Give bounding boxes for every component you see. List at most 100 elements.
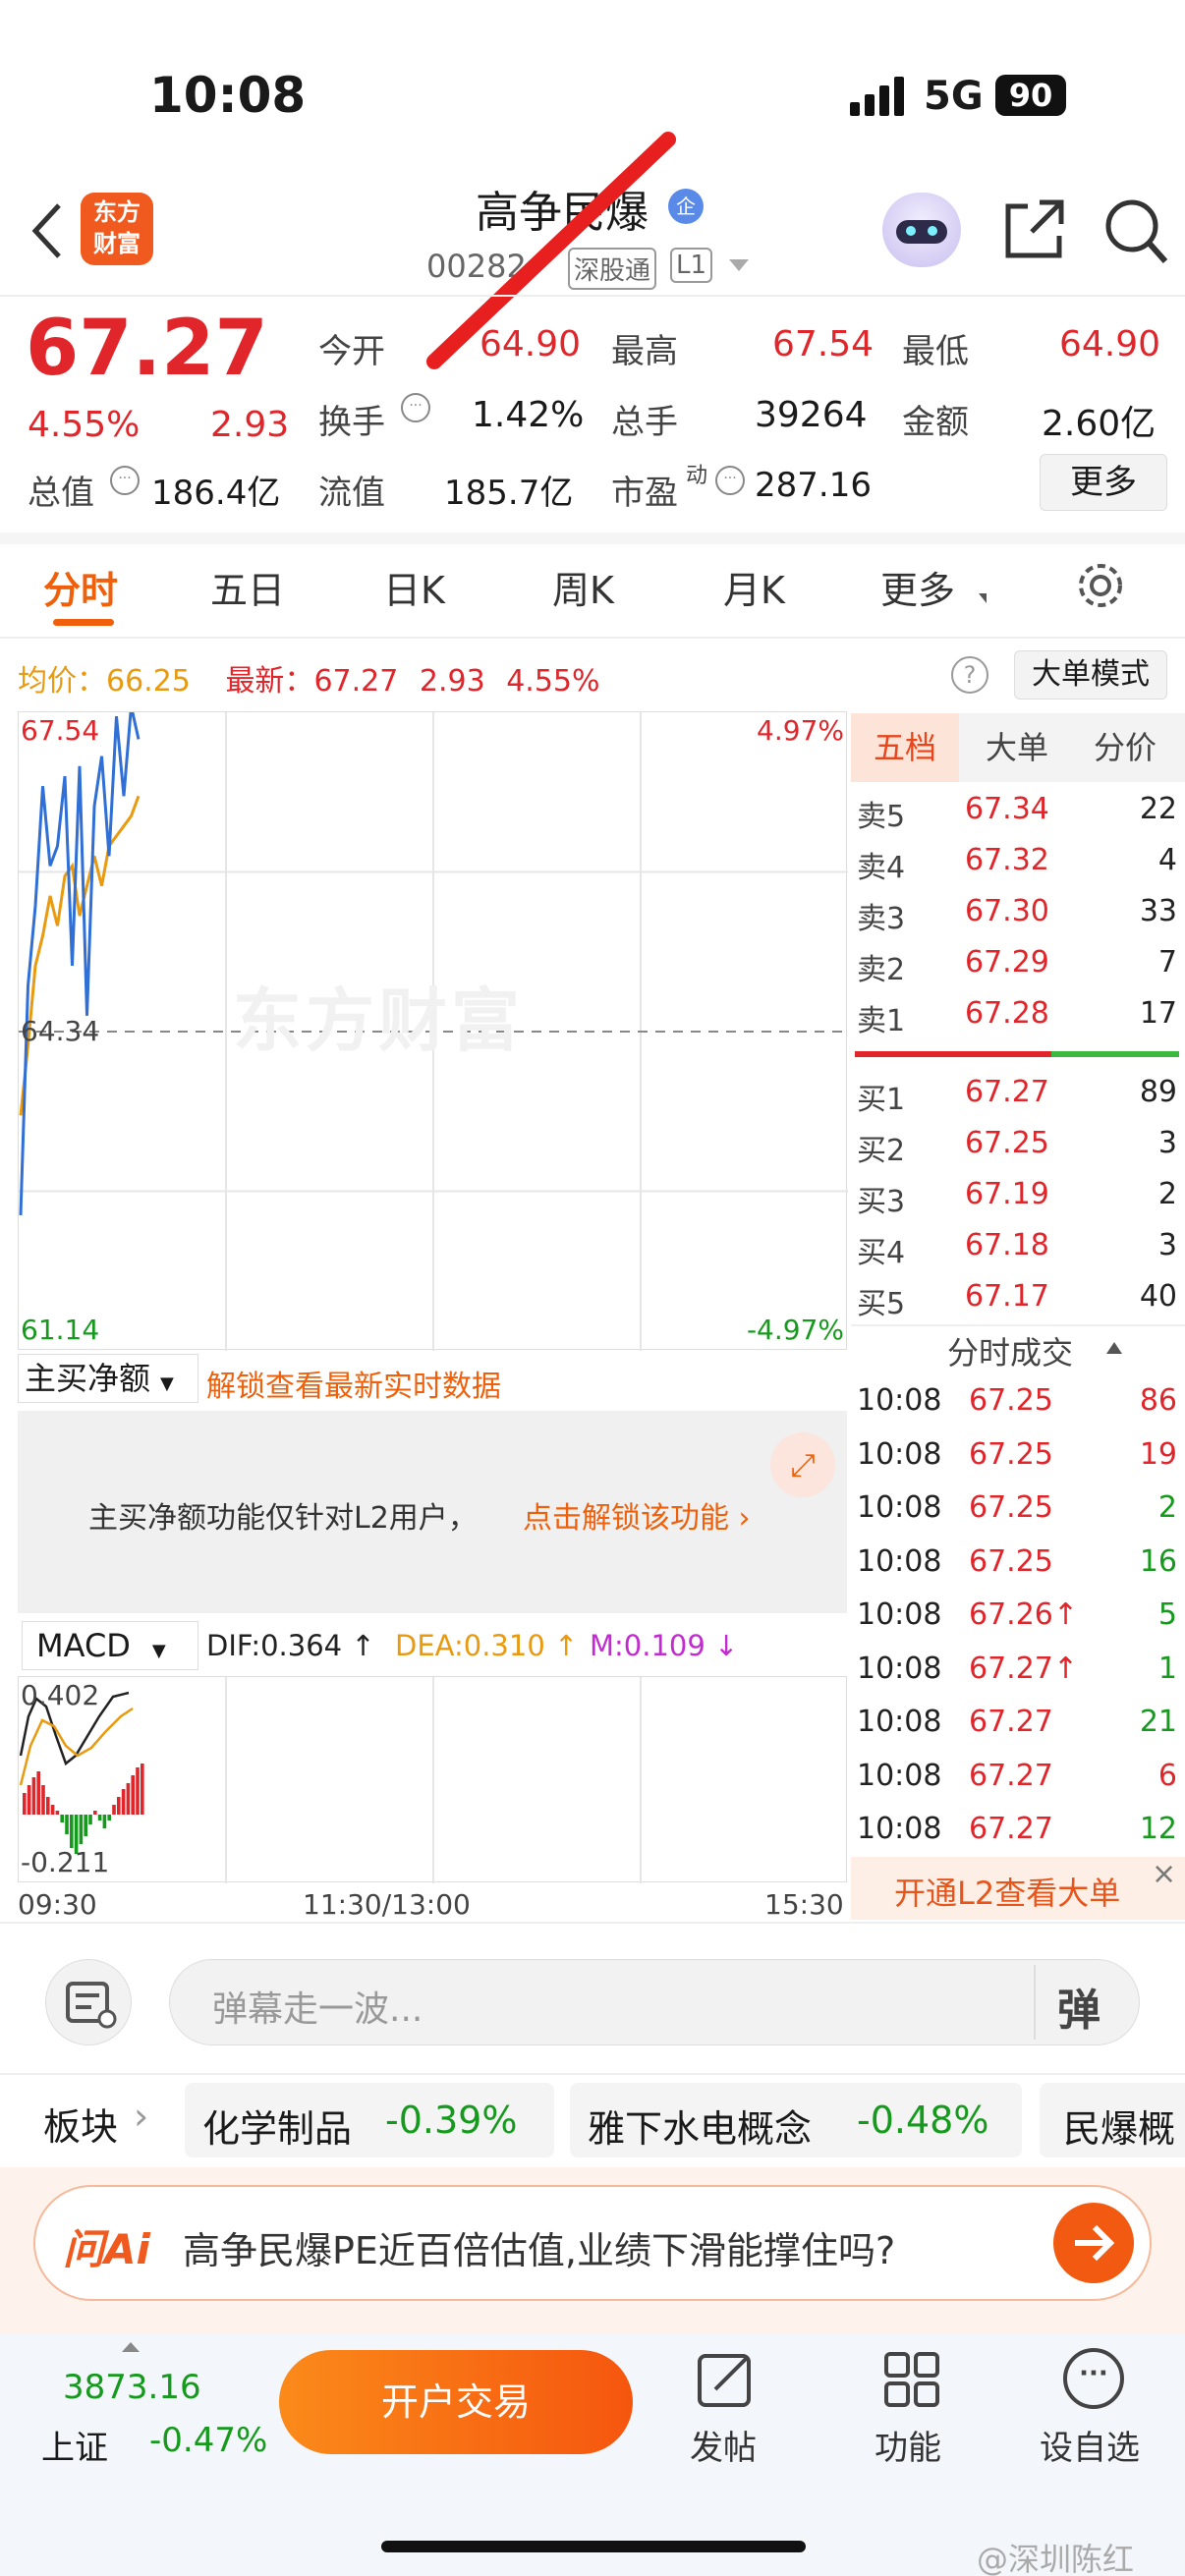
index-name[interactable]: 上证 [41, 2421, 108, 2469]
index-value[interactable]: 3873.16 [63, 2368, 201, 2407]
trade-volume: 21 [1139, 1705, 1177, 1739]
book-row[interactable]: 买1 67.27 89 [851, 1071, 1185, 1118]
function-label[interactable]: 功能 [875, 2421, 941, 2469]
weibo-watermark: @深圳陈红 [977, 2541, 1135, 2576]
sector-chip[interactable]: 民爆概 [1040, 2083, 1185, 2157]
signal-icon [850, 77, 907, 120]
favorite-dots-icon[interactable]: ··· [1063, 2348, 1124, 2409]
danmu-toggle-button[interactable]: 弹 [1057, 1975, 1100, 2038]
macd-bar [70, 1815, 74, 1848]
post-label[interactable]: 发帖 [690, 2421, 757, 2469]
trade-button[interactable]: 开户交易 [279, 2350, 633, 2454]
book-tab-five-levels[interactable]: 五档 [851, 713, 959, 782]
book-row[interactable]: 卖5 67.34 22 [851, 788, 1185, 835]
trade-volume: 1 [1157, 1651, 1177, 1686]
sector-chevron-icon[interactable]: › [134, 2095, 148, 2138]
sector-label[interactable]: 板块 [43, 2097, 118, 2151]
book-volume: 3 [1157, 1126, 1177, 1160]
tab-monthly-k[interactable]: 月K [723, 560, 785, 614]
book-row[interactable]: 卖4 67.32 4 [851, 839, 1185, 886]
time-start: 09:30 [18, 1888, 97, 1921]
help-icon[interactable]: ? [951, 656, 988, 694]
ai-go-arrow-icon[interactable] [1053, 2203, 1134, 2283]
big-order-mode-button[interactable]: 大单模式 [1014, 650, 1167, 700]
app-logo[interactable]: 东方 财富 [81, 193, 153, 265]
book-tab-price-dist[interactable]: 分价 [1071, 713, 1179, 782]
search-icon[interactable] [1102, 196, 1169, 269]
book-row[interactable]: 买2 67.25 3 [851, 1122, 1185, 1169]
trades-title[interactable]: 分时成交 [947, 1328, 1073, 1373]
section-divider-2 [0, 2073, 1185, 2075]
avg-label: 均价： [18, 664, 106, 699]
chart-bottom-pct: -4.97% [746, 1314, 844, 1346]
chart-mid-price: 64.34 [21, 1015, 100, 1047]
book-row[interactable]: 买3 67.19 2 [851, 1173, 1185, 1220]
netbuy-selector[interactable]: 主买净额 ▼ [18, 1354, 198, 1403]
l2-close-icon[interactable]: × [1152, 1857, 1176, 1891]
book-volume: 4 [1157, 843, 1177, 877]
post-edit-icon[interactable] [694, 2348, 757, 2415]
book-price: 67.27 [965, 1075, 1049, 1109]
mcap-info-icon[interactable]: ··· [110, 466, 140, 495]
trade-time: 10:08 [857, 1758, 942, 1793]
macd-bar [60, 1815, 64, 1822]
book-price: 67.17 [965, 1279, 1049, 1314]
book-row[interactable]: 卖1 67.28 17 [851, 992, 1185, 1039]
pe-value: 287.16 [755, 466, 872, 505]
tab-weekly-k[interactable]: 周K [552, 560, 614, 614]
favorite-label[interactable]: 设自选 [1040, 2421, 1140, 2469]
danmu-divider [1034, 1965, 1036, 2040]
amount-label: 金额 [902, 403, 969, 442]
book-row[interactable]: 卖2 67.29 7 [851, 941, 1185, 988]
index-change[interactable]: -0.47% [149, 2421, 267, 2460]
tab-more[interactable]: 更多 [880, 560, 955, 614]
intraday-chart[interactable]: 东方财富 67.54 64.34 61.14 4.97% -4.97% [18, 711, 848, 1351]
settings-gear-icon[interactable] [1073, 558, 1128, 617]
trade-volume: 5 [1157, 1597, 1177, 1632]
l2-banner-label: 开通L2查看大单 [894, 1875, 1121, 1912]
pe-info-icon[interactable]: ··· [715, 466, 745, 495]
macd-selector[interactable]: MACD ▼ [22, 1621, 198, 1670]
book-price: 67.29 [965, 945, 1049, 980]
battery-icon: 90 [995, 75, 1066, 116]
macd-bar [131, 1775, 135, 1815]
book-volume: 40 [1139, 1279, 1177, 1314]
back-icon[interactable] [28, 201, 67, 264]
section-divider [0, 1922, 1185, 1924]
macd-bar [79, 1815, 84, 1844]
sector-pct: -0.48% [857, 2099, 989, 2142]
function-grid-icon[interactable] [880, 2348, 943, 2415]
share-icon[interactable] [1002, 196, 1065, 265]
trade-price: 67.25 [969, 1490, 1053, 1525]
macd-top-value: 0.402 [21, 1679, 100, 1711]
logo-text-top: 东方 [93, 198, 141, 226]
book-price: 67.28 [965, 996, 1049, 1031]
tab-intraday[interactable]: 分时 [43, 560, 118, 614]
tab-daily-k[interactable]: 日K [383, 560, 445, 614]
latest-label: 最新： [225, 664, 314, 699]
info-line: 均价：66.25 最新：67.27 2.93 4.55% [18, 656, 600, 700]
book-split-green [1051, 1051, 1179, 1057]
macd-bar [102, 1815, 107, 1828]
robot-avatar-icon[interactable] [882, 193, 961, 267]
book-row[interactable]: 卖3 67.30 33 [851, 890, 1185, 937]
tab-five-day[interactable]: 五日 [210, 560, 285, 614]
expand-icon[interactable]: ⤢ [770, 1432, 835, 1497]
trades-collapse-icon[interactable] [1106, 1342, 1122, 1354]
book-level-label: 买4 [857, 1236, 906, 1270]
book-row[interactable]: 买4 67.18 3 [851, 1224, 1185, 1271]
more-button[interactable]: 更多 [1040, 454, 1167, 511]
danmu-list-icon[interactable] [45, 1959, 132, 2045]
trade-price: 67.25 [969, 1436, 1053, 1472]
trade-row: 10:08 67.26↑ 5 [851, 1594, 1185, 1641]
dropdown-icon[interactable] [729, 259, 749, 271]
open-value: 64.90 [480, 324, 582, 364]
book-tab-big-orders[interactable]: 大单 [963, 713, 1071, 782]
netbuy-unlock-link[interactable]: 解锁查看最新实时数据 [206, 1362, 501, 1405]
trade-row: 10:08 67.27 6 [851, 1755, 1185, 1802]
turnover-label: 换手 [318, 403, 385, 442]
netbuy-note: 主买净额功能仅针对L2用户， [88, 1501, 478, 1536]
turnover-info-icon[interactable]: ··· [401, 393, 430, 422]
book-row[interactable]: 买5 67.17 40 [851, 1275, 1185, 1322]
netbuy-unlock-cta[interactable]: 点击解锁该功能 › [523, 1493, 751, 1537]
